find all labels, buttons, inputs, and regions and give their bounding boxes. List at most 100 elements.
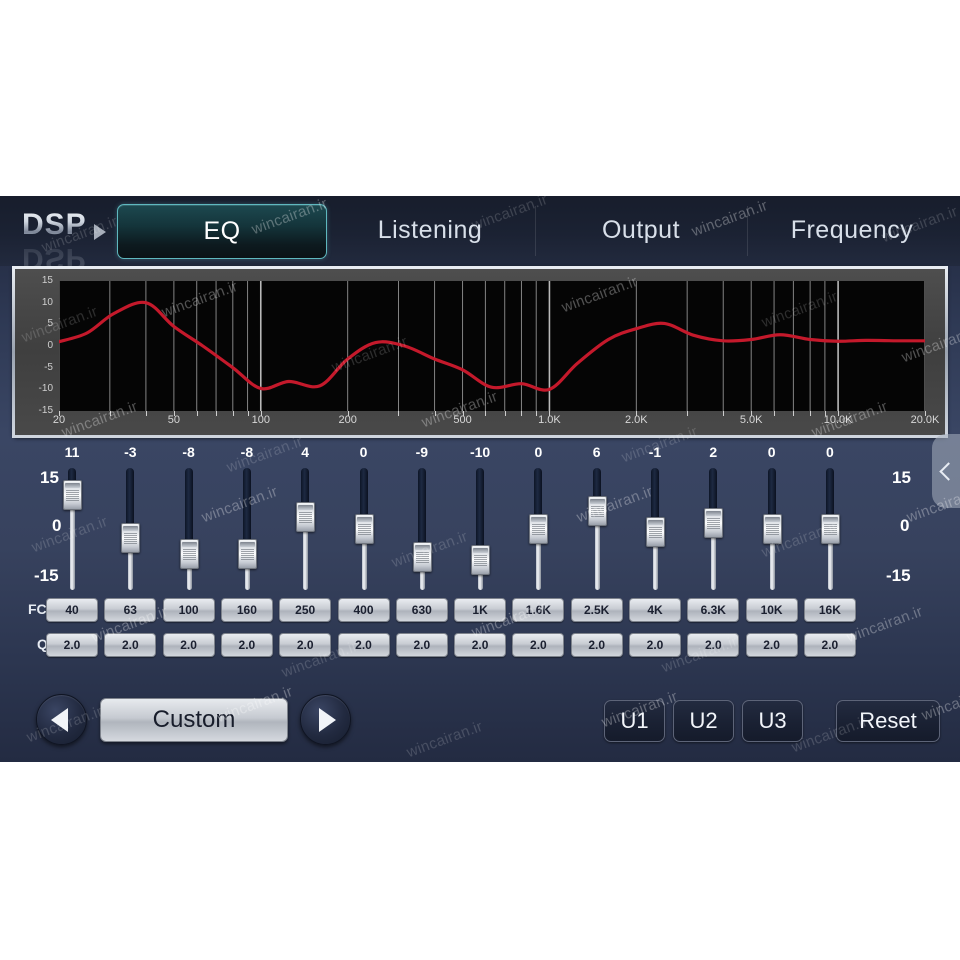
preset-name-button[interactable]: Custom <box>100 698 288 742</box>
band-q-value: 2.0 <box>121 638 139 652</box>
band-fc-cell[interactable]: 250 <box>279 598 332 622</box>
band-slider-thumb[interactable] <box>412 542 432 572</box>
band-fc-cell[interactable]: 16K <box>803 598 856 622</box>
band-slider-thumb[interactable] <box>354 514 374 544</box>
band-value-label: -8 <box>182 444 195 460</box>
band-slider[interactable] <box>635 468 675 590</box>
band-q-cell[interactable]: 2.0 <box>745 633 798 657</box>
thumb-grip-line <box>532 531 546 533</box>
band-slider-thumb[interactable] <box>237 539 257 569</box>
tab-bar: DSP DSP EQ Listening Output Frequency <box>0 196 960 275</box>
band-value-label: -9 <box>415 444 429 460</box>
band-fc-cell[interactable]: 2.5K <box>570 598 623 622</box>
thumb-grip-line <box>765 533 779 535</box>
band-slider[interactable] <box>577 468 617 590</box>
graph-x-tickmark <box>398 411 400 416</box>
band-q-cell[interactable]: 2.0 <box>570 633 623 657</box>
band-slider-thumb[interactable] <box>296 502 316 532</box>
band-slider-thumb[interactable] <box>63 480 82 510</box>
band-value-label: 0 <box>534 444 543 460</box>
thumb-grip-line <box>123 526 139 531</box>
band-slider-thumb[interactable] <box>121 523 141 553</box>
band-fc-cell[interactable]: 40 <box>46 598 98 622</box>
band-slider-thumb[interactable] <box>471 545 491 575</box>
thumb-grip-line <box>66 497 79 499</box>
band-slider-thumb[interactable] <box>529 514 549 544</box>
band-slider[interactable] <box>518 468 558 590</box>
thumb-grip-line <box>590 507 604 509</box>
band-fc-cell[interactable]: 1K <box>454 598 507 622</box>
band-slider-thumb[interactable] <box>820 514 840 544</box>
tab-eq[interactable]: EQ <box>117 204 327 259</box>
graph-x-tickmark <box>636 411 638 416</box>
band-slider[interactable] <box>110 468 150 590</box>
thumb-grip-line <box>823 531 837 533</box>
band-slider-thumb[interactable] <box>762 514 782 544</box>
graph-x-tickmark <box>536 411 538 416</box>
band-q-cell[interactable]: 2.0 <box>279 633 332 657</box>
band-slider-thumb[interactable] <box>179 539 199 569</box>
thumb-grip-line <box>823 529 837 531</box>
band-fc-cell[interactable]: 400 <box>337 598 390 622</box>
band-q-cell[interactable]: 2.0 <box>162 633 215 657</box>
band-q-value: 2.0 <box>646 638 664 652</box>
eq-response-graph[interactable]: 15 10 5 0 -5 -10 -15 20 50 100 200 500 1.0K 2.0K 5.0K… <box>12 266 948 438</box>
tab-listening[interactable]: Listening <box>326 204 534 257</box>
panel-collapse-handle[interactable] <box>932 434 960 508</box>
band-slider[interactable] <box>810 468 850 590</box>
band-fc-value: 4K <box>647 603 663 617</box>
band-slider[interactable] <box>227 468 267 590</box>
thumb-grip-line <box>357 523 371 525</box>
band-slider[interactable] <box>693 468 733 590</box>
thumb-grip-line <box>649 536 662 538</box>
tab-frequency[interactable]: Frequency <box>748 204 956 257</box>
band-fc-cell[interactable]: 63 <box>104 598 157 622</box>
bottom-toolbar: Custom U1 U2 U3 Reset <box>0 688 960 762</box>
band-fc-cell[interactable]: 10K <box>745 598 798 622</box>
band-slider[interactable] <box>402 468 442 590</box>
band-slider[interactable] <box>285 468 325 590</box>
graph-x-tickmark <box>751 411 753 416</box>
band-q-cell[interactable]: 2.0 <box>337 633 390 657</box>
band-slider-thumb[interactable] <box>704 508 724 538</box>
band-fc-cell[interactable]: 100 <box>162 598 215 622</box>
graph-x-tickmark <box>59 411 60 416</box>
thumb-grip-line <box>589 499 605 504</box>
graph-x-tickmark <box>504 411 506 416</box>
band-slider-thumb[interactable] <box>646 517 665 547</box>
band-slider[interactable] <box>752 468 792 590</box>
graph-x-tickmark <box>216 411 218 416</box>
band-slider[interactable] <box>344 468 384 590</box>
band-q-cell[interactable]: 2.0 <box>46 633 98 657</box>
band-q-cell[interactable]: 2.0 <box>104 633 157 657</box>
user-preset-u3-button[interactable]: U3 <box>742 700 803 742</box>
band-q-cell[interactable]: 2.0 <box>687 633 740 657</box>
band-q-cell[interactable]: 2.0 <box>220 633 273 657</box>
graph-x-tick: 20.0K <box>910 414 940 426</box>
reset-button[interactable]: Reset <box>836 700 940 742</box>
band-q-cell[interactable]: 2.0 <box>629 633 681 657</box>
band-q-cell[interactable]: 2.0 <box>395 633 448 657</box>
band-q-cell[interactable]: 2.0 <box>454 633 507 657</box>
band-fc-cell[interactable]: 630 <box>395 598 448 622</box>
band-fc-cell[interactable]: 1.6K <box>512 598 565 622</box>
preset-next-button[interactable] <box>300 694 351 745</box>
band-fc-cell[interactable]: 6.3K <box>687 598 740 622</box>
band-q-cell[interactable]: 2.0 <box>512 633 565 657</box>
user-preset-u2-button[interactable]: U2 <box>673 700 734 742</box>
band-fc-cell[interactable]: 160 <box>220 598 273 622</box>
band-slider[interactable] <box>460 468 500 590</box>
band-q-value: 2.0 <box>63 638 81 652</box>
thumb-grip-line <box>299 513 313 515</box>
tab-output[interactable]: Output <box>536 204 746 257</box>
band-q-cell[interactable]: 2.0 <box>803 633 856 657</box>
band-fc-cell[interactable]: 4K <box>629 598 681 622</box>
user-preset-u1-button[interactable]: U1 <box>604 700 665 742</box>
preset-prev-button[interactable] <box>36 694 87 745</box>
thumb-grip-line <box>66 493 79 495</box>
band-slider-thumb[interactable] <box>587 496 607 526</box>
band-slider[interactable] <box>169 468 209 590</box>
band-slider[interactable] <box>52 468 92 590</box>
band-fc-value: 400 <box>353 603 374 617</box>
triangle-left-icon <box>51 707 68 732</box>
